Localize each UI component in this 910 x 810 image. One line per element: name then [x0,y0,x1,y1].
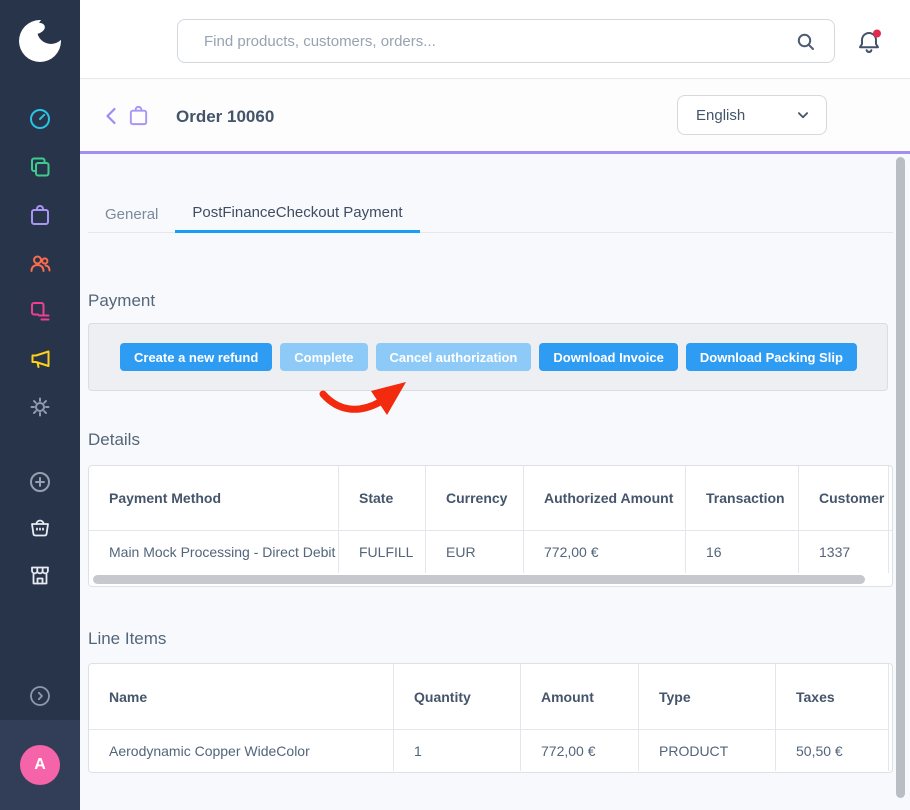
content-icon[interactable] [28,299,52,323]
line-items-cell-amount: 772,00 € [521,730,639,771]
details-header-transaction: Transaction [686,466,799,530]
line-items-cell-name: Aerodynamic Copper WideColor [89,730,394,771]
details-cell-state: FULFILL [339,531,426,573]
marketing-icon[interactable] [28,347,52,371]
tab-general[interactable]: General [88,195,175,233]
line-items-header-amount: Amount [521,664,639,729]
back-chevron-icon[interactable] [100,104,124,128]
details-header-customer: Customer [799,466,889,530]
download-packing-slip-button[interactable]: Download Packing Slip [686,343,857,371]
dashboard-icon[interactable] [28,107,52,131]
basket-icon[interactable] [28,515,52,539]
search-icon[interactable] [794,30,818,54]
tab-postfinancecheckout-payment[interactable]: PostFinanceCheckout Payment [175,195,419,233]
create-refund-button[interactable]: Create a new refund [120,343,272,371]
settings-icon[interactable] [28,395,52,419]
language-select[interactable]: English [677,95,827,135]
line-items-header-quantity: Quantity [394,664,521,729]
payment-buttons-row: Create a new refund Complete Cancel auth… [120,343,857,371]
horizontal-scrollbar-track [89,573,892,586]
order-bag-icon [127,104,150,127]
shopware-logo-icon[interactable] [17,18,63,64]
sidebar: A [0,0,80,810]
search-input[interactable] [204,33,790,50]
details-header-row: Payment Method State Currency Authorized… [89,466,893,530]
line-items-table-row: Aerodynamic Copper WideColor 1 772,00 € … [89,729,889,771]
app-window: A Order 10060 English [0,0,910,810]
tab-bar: General PostFinanceCheckout Payment [88,195,893,233]
details-cell-customer: 1337 [799,531,889,573]
customers-icon[interactable] [28,251,52,275]
page-title: Order 10060 [176,105,274,128]
details-cell-authorized-amount: 772,00 € [524,531,686,573]
horizontal-scrollbar-thumb[interactable] [93,575,865,584]
catalogues-icon[interactable] [28,155,52,179]
details-header-state: State [339,466,426,530]
orders-icon[interactable] [28,203,52,227]
complete-button[interactable]: Complete [280,343,367,371]
line-items-section-title: Line Items [88,629,166,649]
notification-dot [873,30,881,38]
global-search [177,19,835,63]
module-color-bar [80,151,910,154]
download-invoice-button[interactable]: Download Invoice [539,343,678,371]
language-select-value: English [696,107,745,124]
chevron-down-icon [794,106,812,124]
annotation-arrow-icon [310,377,416,419]
details-cell-payment-method: Main Mock Processing - Direct Debit [89,531,339,573]
line-items-header-name: Name [89,664,394,729]
details-table-row: Main Mock Processing - Direct Debit FULF… [89,530,893,573]
cancel-authorization-button[interactable]: Cancel authorization [376,343,532,371]
details-section-title: Details [88,430,140,450]
expand-sidebar-icon[interactable] [28,684,52,708]
details-header-currency: Currency [426,466,524,530]
line-items-header-row: Name Quantity Amount Type Taxes [89,664,889,729]
line-items-table: Name Quantity Amount Type Taxes Aerodyna… [88,663,893,773]
line-items-cell-type: PRODUCT [639,730,776,771]
details-cell-transaction: 16 [686,531,799,573]
user-avatar[interactable]: A [20,745,60,785]
line-items-cell-taxes: 50,50 € [776,730,889,771]
details-header-authorized-amount: Authorized Amount [524,466,686,530]
line-items-header-taxes: Taxes [776,664,889,729]
vertical-scrollbar-thumb[interactable] [896,157,905,798]
add-module-icon[interactable] [28,470,52,494]
storefront-icon[interactable] [28,563,52,587]
payment-section-title: Payment [88,291,155,311]
details-header-payment-method: Payment Method [89,466,339,530]
line-items-cell-quantity: 1 [394,730,521,771]
details-table: Payment Method State Currency Authorized… [88,465,893,587]
details-cell-currency: EUR [426,531,524,573]
line-items-header-type: Type [639,664,776,729]
notifications-bell-icon[interactable] [854,27,884,57]
